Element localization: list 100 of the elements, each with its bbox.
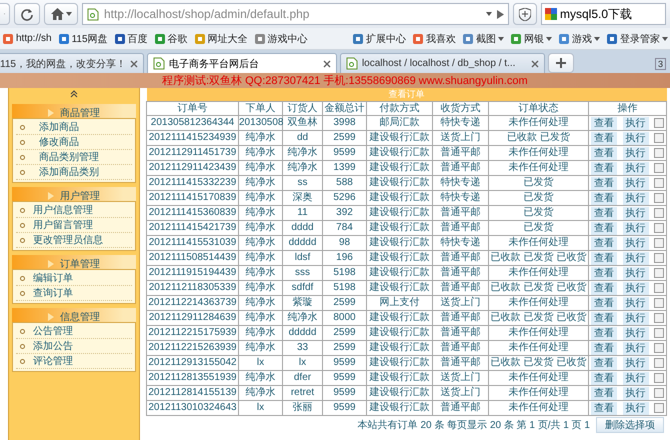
menu-item[interactable]: 查询订单 xyxy=(16,286,132,301)
browser-tab[interactable]: 115，我的网盘，改变分享！ xyxy=(0,53,144,73)
toolbar-link[interactable]: 截图 xyxy=(462,32,504,46)
toolbar-link[interactable]: 登录管家 xyxy=(606,32,668,46)
menu-item[interactable]: 添加公告 xyxy=(16,339,132,354)
menu-item[interactable]: 编辑订单 xyxy=(16,271,132,286)
view-button[interactable]: 查看 xyxy=(591,176,617,190)
back-button[interactable] xyxy=(0,3,10,25)
address-field[interactable]: http://localhost/shop/admin/default.php xyxy=(82,3,509,25)
row-checkbox[interactable] xyxy=(654,283,664,293)
menu-item[interactable]: 商品类别管理 xyxy=(16,150,132,165)
execute-button[interactable]: 执行 xyxy=(622,252,648,264)
execute-button[interactable]: 执行 xyxy=(622,146,648,160)
row-checkbox[interactable] xyxy=(654,388,664,398)
row-checkbox[interactable] xyxy=(654,163,664,173)
row-checkbox[interactable] xyxy=(654,133,664,143)
row-checkbox[interactable] xyxy=(654,193,664,203)
collapse-icon[interactable] xyxy=(70,90,78,98)
row-checkbox[interactable] xyxy=(654,343,664,353)
execute-button[interactable]: 执行 xyxy=(622,222,648,234)
execute-button[interactable]: 执行 xyxy=(622,402,648,414)
row-checkbox[interactable] xyxy=(654,253,664,263)
view-button[interactable]: 查看 xyxy=(591,236,617,250)
execute-button[interactable]: 执行 xyxy=(622,206,648,220)
execute-button[interactable]: 执行 xyxy=(622,236,648,250)
row-checkbox[interactable] xyxy=(654,268,664,278)
view-button[interactable]: 查看 xyxy=(591,266,617,280)
bookmark-link[interactable]: 谷歌 xyxy=(154,32,188,46)
view-button[interactable]: 查看 xyxy=(591,402,617,414)
view-button[interactable]: 查看 xyxy=(591,296,617,310)
menu-item[interactable]: 添加商品 xyxy=(16,120,132,135)
execute-button[interactable]: 执行 xyxy=(622,312,648,324)
bookmark-link[interactable]: http://sh xyxy=(2,32,52,44)
view-button[interactable]: 查看 xyxy=(591,282,617,294)
row-checkbox[interactable] xyxy=(654,403,664,413)
bookmark-link[interactable]: 网址大全 xyxy=(194,32,248,46)
toolbar-link[interactable]: 游戏 xyxy=(558,32,600,46)
execute-button[interactable]: 执行 xyxy=(622,372,648,384)
execute-button[interactable]: 执行 xyxy=(622,282,648,294)
execute-button[interactable]: 执行 xyxy=(622,342,648,354)
view-button[interactable]: 查看 xyxy=(591,342,617,354)
view-button[interactable]: 查看 xyxy=(591,326,617,340)
execute-button[interactable]: 执行 xyxy=(622,356,648,370)
toolbar-link[interactable]: 网银 xyxy=(510,32,552,46)
bookmark-link[interactable]: 游戏中心 xyxy=(254,32,308,46)
shield-button[interactable] xyxy=(513,3,537,25)
close-icon[interactable] xyxy=(322,60,331,68)
view-button[interactable]: 查看 xyxy=(591,116,617,130)
menu-item[interactable]: 用户信息管理 xyxy=(16,203,132,218)
bookmark-link[interactable]: 百度 xyxy=(114,32,148,46)
menu-item[interactable]: 用户留言管理 xyxy=(16,218,132,233)
row-checkbox[interactable] xyxy=(654,373,664,383)
browser-tab[interactable]: 电子商务平台网后台 xyxy=(146,53,337,73)
view-button[interactable]: 查看 xyxy=(591,222,617,234)
execute-button[interactable]: 执行 xyxy=(622,132,648,144)
execute-button[interactable]: 执行 xyxy=(622,386,648,400)
reload-button[interactable] xyxy=(14,3,40,25)
row-checkbox[interactable] xyxy=(654,223,664,233)
tab-count[interactable]: 3 xyxy=(654,58,666,70)
browser-tab[interactable]: localhost / localhost / db_shop / t... xyxy=(340,53,545,73)
menu-item[interactable]: 添加商品类别 xyxy=(16,165,132,180)
execute-button[interactable]: 执行 xyxy=(622,192,648,204)
view-button[interactable]: 查看 xyxy=(591,356,617,370)
execute-button[interactable]: 执行 xyxy=(622,296,648,310)
row-checkbox[interactable] xyxy=(654,208,664,218)
menu-item[interactable]: 评论管理 xyxy=(16,354,132,369)
execute-button[interactable]: 执行 xyxy=(622,326,648,340)
row-checkbox[interactable] xyxy=(654,313,664,323)
home-button[interactable] xyxy=(44,3,78,25)
execute-button[interactable]: 执行 xyxy=(622,162,648,174)
view-button[interactable]: 查看 xyxy=(591,252,617,264)
execute-button[interactable]: 执行 xyxy=(622,266,648,280)
toolbar-link[interactable]: 扩展中心 xyxy=(352,32,406,46)
view-button[interactable]: 查看 xyxy=(591,162,617,174)
row-checkbox[interactable] xyxy=(654,148,664,158)
bookmark-link[interactable]: 115网盘 xyxy=(58,32,108,46)
close-icon[interactable] xyxy=(130,60,138,68)
menu-item[interactable]: 更改管理员信息 xyxy=(16,233,132,248)
view-button[interactable]: 查看 xyxy=(591,386,617,400)
menu-item[interactable]: 公告管理 xyxy=(16,324,132,339)
row-checkbox[interactable] xyxy=(654,298,664,308)
menu-item[interactable]: 修改商品 xyxy=(16,135,132,150)
view-button[interactable]: 查看 xyxy=(591,206,617,220)
view-button[interactable]: 查看 xyxy=(591,132,617,144)
execute-button[interactable]: 执行 xyxy=(622,176,648,190)
row-checkbox[interactable] xyxy=(654,118,664,128)
close-icon[interactable] xyxy=(530,60,539,68)
row-checkbox[interactable] xyxy=(654,238,664,248)
new-tab-button[interactable] xyxy=(548,53,574,73)
view-button[interactable]: 查看 xyxy=(591,312,617,324)
row-checkbox[interactable] xyxy=(654,358,664,368)
view-button[interactable]: 查看 xyxy=(591,372,617,384)
toolbar-link[interactable]: 我喜欢 xyxy=(412,32,456,46)
view-button[interactable]: 查看 xyxy=(591,146,617,160)
row-checkbox[interactable] xyxy=(654,178,664,188)
delete-selected-button[interactable]: 删除选择项 xyxy=(596,417,664,433)
execute-button[interactable]: 执行 xyxy=(622,116,648,130)
row-checkbox[interactable] xyxy=(654,328,664,338)
view-button[interactable]: 查看 xyxy=(591,192,617,204)
search-field[interactable]: mysql5.0下载 xyxy=(541,3,666,25)
